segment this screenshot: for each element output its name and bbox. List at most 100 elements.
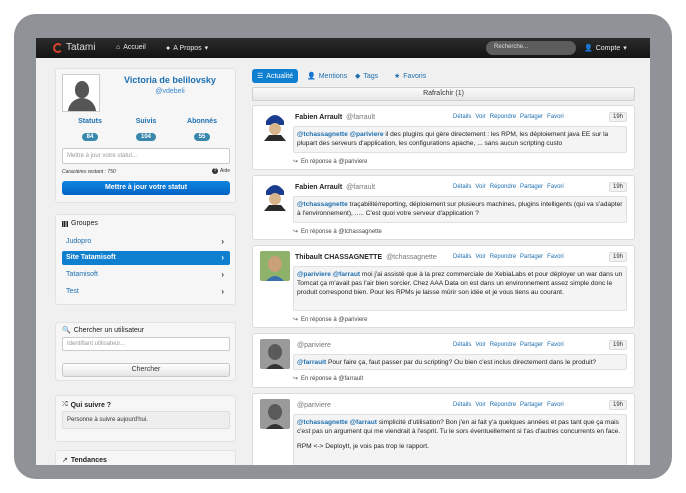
share-action[interactable]: Partager xyxy=(520,342,543,348)
user-id-input[interactable]: Identifiant utilisateur... xyxy=(62,337,230,351)
in-reply-to-label: En réponse à @farrault xyxy=(301,375,364,382)
trend-icon: ↗ xyxy=(62,457,68,464)
help-link[interactable]: ? Aide xyxy=(212,168,230,174)
post-author[interactable]: Fabien Arrault @farrault xyxy=(295,114,375,121)
tab-favoris[interactable]: ★ Favoris xyxy=(389,69,431,83)
who-to-follow-title: ⤮ Qui suivre ? xyxy=(62,401,111,409)
favorite-action[interactable]: Favori xyxy=(547,184,564,190)
stat-label: Suivis xyxy=(135,118,157,125)
details-action[interactable]: Détails xyxy=(453,402,471,408)
account-menu[interactable]: 👤 Compte ▾ xyxy=(584,44,627,53)
search-input[interactable]: Recherche... xyxy=(486,41,576,55)
stat-label: Statuts xyxy=(78,118,102,125)
view-action[interactable]: Voir xyxy=(475,402,485,408)
favorite-action[interactable]: Favori xyxy=(547,254,564,260)
in-reply-to[interactable]: ↪ En réponse à @pariviere xyxy=(293,158,368,166)
group-item-judopro[interactable]: Judopro › xyxy=(62,235,230,249)
reply-action[interactable]: Répondre xyxy=(490,254,516,260)
groups-title: Groupes xyxy=(62,220,98,227)
trends-label: Tendances xyxy=(70,456,107,464)
post-author[interactable]: @pariviere xyxy=(295,342,331,349)
details-action[interactable]: Détails xyxy=(453,114,471,120)
post-author[interactable]: Thibault CHASSAGNETTE @tchassagnette xyxy=(295,254,437,261)
reply-arrow-icon: ↪ xyxy=(293,376,299,382)
author-avatar[interactable] xyxy=(260,399,290,429)
tab-actualite[interactable]: ☰ Actualité xyxy=(252,69,299,83)
post-time: 19h xyxy=(608,340,627,350)
author-avatar[interactable] xyxy=(260,251,290,281)
in-reply-to-label: En réponse à @tchassagnette xyxy=(301,228,382,235)
share-action[interactable]: Partager xyxy=(520,254,543,260)
list-icon: ☰ xyxy=(257,73,264,80)
brand-logo[interactable]: Tatami xyxy=(53,42,95,53)
details-action[interactable]: Détails xyxy=(453,254,471,260)
in-reply-to[interactable]: ↪ En réponse à @tchassagnette xyxy=(293,228,382,236)
post-mentions[interactable]: @pariviere @farraut xyxy=(297,271,360,278)
view-action[interactable]: Voir xyxy=(475,342,485,348)
post-text: @tchassagnette @farraut simplicité d'uti… xyxy=(293,414,627,465)
group-item-site-tatamisoft[interactable]: Site Tatamisoft › xyxy=(62,251,230,265)
in-reply-to-label: En réponse à @pariviere xyxy=(301,158,368,165)
in-reply-to-label: En réponse à @pariviere xyxy=(301,316,368,323)
share-action[interactable]: Partager xyxy=(520,402,543,408)
reply-action[interactable]: Répondre xyxy=(490,342,516,348)
in-reply-to[interactable]: ↪ En réponse à @farrault xyxy=(293,375,364,383)
shuffle-icon: ⤮ xyxy=(62,401,68,408)
stat-following[interactable]: Suivis 104 xyxy=(121,118,171,143)
author-avatar[interactable] xyxy=(260,339,290,369)
share-action[interactable]: Partager xyxy=(520,114,543,120)
chevron-right-icon: › xyxy=(221,237,224,246)
author-name: Fabien Arrault xyxy=(295,114,343,121)
profile-username[interactable]: @vdebeli xyxy=(106,88,234,95)
grid-icon xyxy=(62,220,68,227)
author-avatar[interactable] xyxy=(260,181,290,211)
reply-action[interactable]: Répondre xyxy=(490,114,516,120)
search-user-button[interactable]: Chercher xyxy=(62,363,230,377)
group-item-test[interactable]: Test › xyxy=(62,285,230,299)
post-text: @tchassagnette @pariviere il des plugins… xyxy=(293,126,627,153)
author-avatar[interactable] xyxy=(260,111,290,141)
nav-about[interactable]: ● A Propos ▾ xyxy=(166,44,208,53)
favorite-action[interactable]: Favori xyxy=(547,114,564,120)
group-item-tatamisoft[interactable]: Tatamisoft › xyxy=(62,268,230,282)
post-author[interactable]: @pariviere xyxy=(295,402,331,409)
reply-action[interactable]: Répondre xyxy=(490,402,516,408)
post-text: @farrault Pour faire ça, faut passer par… xyxy=(293,354,627,370)
group-label: Test xyxy=(66,288,79,295)
reply-action[interactable]: Répondre xyxy=(490,184,516,190)
post-mentions[interactable]: @tchassagnette @farraut xyxy=(297,419,377,426)
view-action[interactable]: Voir xyxy=(475,114,485,120)
user-icon: 👤 xyxy=(584,45,593,52)
favorite-action[interactable]: Favori xyxy=(547,342,564,348)
share-action[interactable]: Partager xyxy=(520,184,543,190)
reply-arrow-icon: ↪ xyxy=(293,229,299,235)
post-mentions[interactable]: @tchassagnette @pariviere xyxy=(297,131,384,138)
status-textarea[interactable]: Mettre à jour votre statut... xyxy=(62,148,230,164)
account-label: Compte xyxy=(595,44,621,52)
post-actions: Détails Voir Répondre Partager Favori xyxy=(453,254,564,260)
post-author[interactable]: Fabien Arrault @farrault xyxy=(295,184,375,191)
view-action[interactable]: Voir xyxy=(475,184,485,190)
details-action[interactable]: Détails xyxy=(453,342,471,348)
in-reply-to[interactable]: ↪ En réponse à @pariviere xyxy=(293,316,368,324)
update-status-button[interactable]: Mettre à jour votre statut xyxy=(62,181,230,195)
stat-statuses[interactable]: Statuts 84 xyxy=(65,118,115,143)
tab-mentions[interactable]: 👤 Mentions xyxy=(302,69,352,83)
group-label: Judopro xyxy=(66,238,92,245)
avatar[interactable] xyxy=(62,74,100,112)
post-time: 19h xyxy=(608,400,627,410)
magnifier-icon: 🔍 xyxy=(62,327,71,334)
group-label: Site Tatamisoft xyxy=(66,254,116,261)
group-label: Tatamisoft xyxy=(66,271,98,278)
refresh-button[interactable]: Rafraîchir (1) xyxy=(252,87,635,101)
stat-followers[interactable]: Abonnés 55 xyxy=(177,118,227,143)
favorite-action[interactable]: Favori xyxy=(547,402,564,408)
tab-tags[interactable]: ◆ Tags xyxy=(350,69,383,83)
post-mentions[interactable]: @tchassagnette xyxy=(297,201,348,208)
post-mentions[interactable]: @farrault xyxy=(297,359,326,366)
nav-home[interactable]: ⌂ Accueil xyxy=(116,44,146,51)
details-action[interactable]: Détails xyxy=(453,184,471,190)
profile-name[interactable]: Victoria de belilovsky xyxy=(106,75,234,85)
view-action[interactable]: Voir xyxy=(475,254,485,260)
stat-badge: 84 xyxy=(81,133,99,141)
